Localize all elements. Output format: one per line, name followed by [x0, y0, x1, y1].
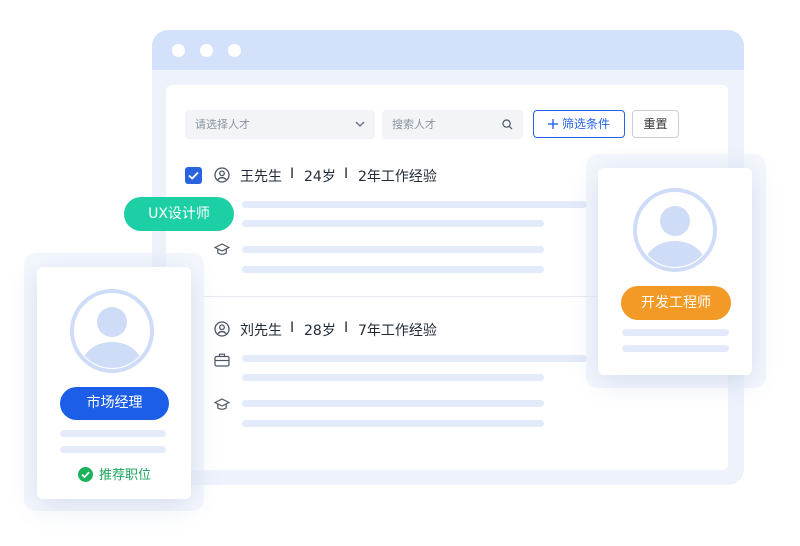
candidate-age: 24岁: [304, 169, 336, 185]
developer-card: [598, 168, 752, 375]
chevron-down-icon: [355, 121, 365, 127]
candidate-name: 刘先生: [240, 323, 282, 339]
placeholder-line: [622, 329, 729, 336]
user-icon: [214, 167, 230, 183]
placeholder-line: [60, 430, 166, 437]
graduation-cap-icon: [214, 398, 230, 410]
talent-select[interactable]: 请选择人才: [185, 110, 375, 139]
candidate-name: 王先生: [240, 169, 282, 185]
market-manager-card: [37, 267, 191, 499]
window-dot-close[interactable]: [172, 44, 185, 57]
recommend-position[interactable]: 推荐职位: [78, 467, 151, 485]
window-dot-minimize[interactable]: [200, 44, 213, 57]
search-input[interactable]: 搜索人才: [382, 110, 523, 139]
placeholder-line: [242, 374, 544, 381]
placeholder-line: [242, 220, 544, 227]
filter-label: 筛选条件: [561, 117, 610, 131]
separator: I: [344, 320, 349, 336]
reset-label: 重置: [643, 117, 668, 131]
search-placeholder: 搜索人才: [392, 118, 436, 131]
recommend-label: 推荐职位: [99, 468, 152, 483]
plus-icon: [547, 119, 558, 129]
placeholder-line: [242, 201, 587, 208]
placeholder-line: [242, 400, 544, 407]
developer-tag: 开发工程师: [621, 286, 731, 320]
user-icon: [214, 321, 230, 337]
separator: I: [344, 166, 349, 182]
placeholder-line: [622, 345, 729, 352]
search-icon: [502, 119, 513, 130]
placeholder-line: [242, 266, 544, 273]
candidate-experience: 2年工作经验: [358, 169, 437, 185]
placeholder-line: [242, 420, 544, 427]
placeholder-line: [242, 355, 587, 362]
separator: I: [290, 320, 295, 336]
filter-button[interactable]: 筛选条件: [533, 110, 625, 138]
check-circle-icon: [78, 467, 93, 482]
candidate-age: 28岁: [304, 323, 336, 339]
placeholder-line: [60, 446, 166, 453]
candidate-experience: 7年工作经验: [358, 323, 437, 339]
ux-designer-tag: UX设计师: [124, 197, 234, 231]
check-icon: [188, 171, 199, 180]
talent-select-placeholder: 请选择人才: [195, 118, 250, 131]
avatar-icon: [633, 188, 717, 272]
window-dot-maximize[interactable]: [228, 44, 241, 57]
market-manager-tag: 市场经理: [60, 387, 169, 420]
candidate-checkbox[interactable]: [185, 167, 202, 184]
avatar-icon: [70, 289, 154, 373]
briefcase-icon: [214, 353, 230, 367]
placeholder-line: [242, 246, 544, 253]
separator: I: [290, 166, 295, 182]
reset-button[interactable]: 重置: [632, 110, 679, 138]
graduation-cap-icon: [214, 243, 230, 255]
window-titlebar: [152, 30, 744, 70]
